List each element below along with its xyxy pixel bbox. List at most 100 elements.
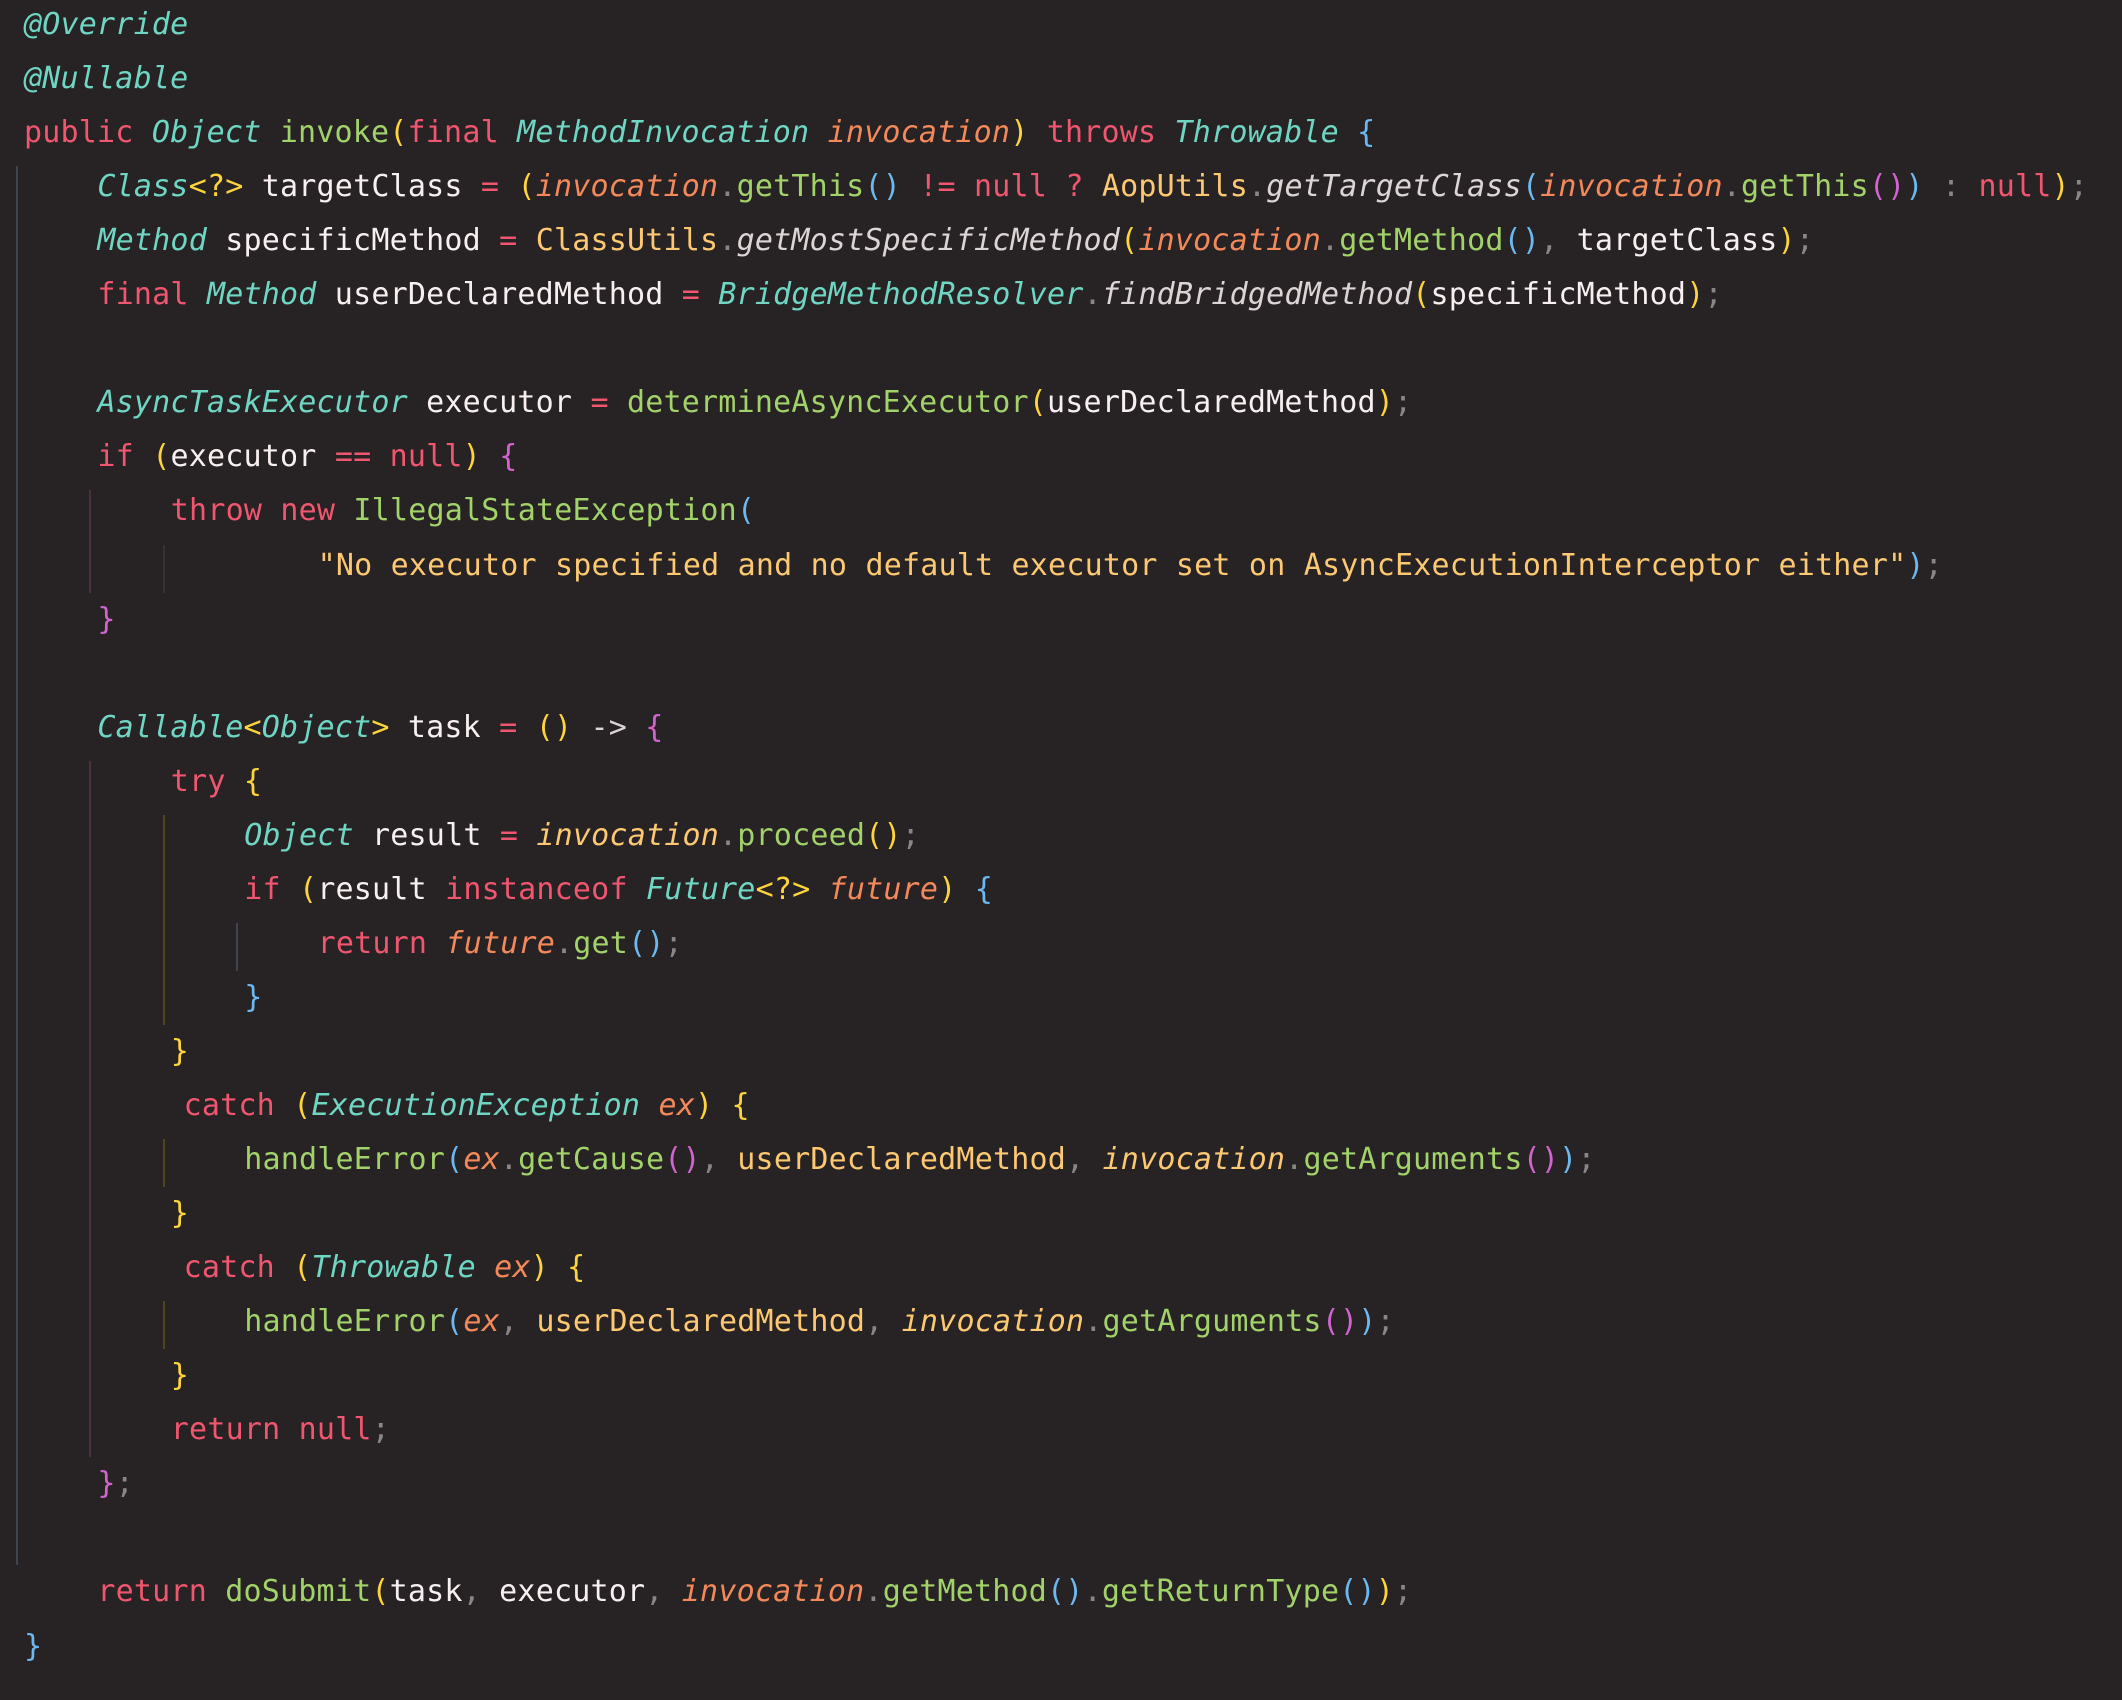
code-token-punct: . [499, 1142, 519, 1178]
code-line[interactable]: catch (Throwable ex) { [184, 1241, 586, 1295]
code-token-brace-yellow: ) [938, 871, 957, 907]
code-token-keyword: return null [170, 1412, 372, 1448]
code-line[interactable]: } [244, 971, 262, 1025]
code-line[interactable]: @Override [24, 0, 188, 52]
code-line[interactable]: return future.get(); [318, 917, 683, 971]
code-token-function: handleError [244, 1304, 446, 1340]
code-token-class-static: AopUtils [1101, 169, 1248, 205]
code-token-brace-yellow: ( [1412, 277, 1431, 313]
code-token-brace-yellow: ( [389, 115, 408, 151]
code-token-param: invocation [1540, 169, 1723, 205]
code-token-keyword: == null [334, 439, 463, 475]
code-line[interactable]: } [24, 1620, 42, 1674]
code-line[interactable]: }; [97, 1457, 134, 1511]
code-line[interactable]: AsyncTaskExecutor executor = determineAs… [97, 376, 1412, 430]
code-token-identifier: specificMethod [1430, 277, 1687, 313]
code-token-type: Class [97, 169, 189, 205]
code-line[interactable]: if (executor == null) { [97, 430, 517, 484]
code-token-identifier: targetClass [1576, 223, 1778, 259]
indent-guide [89, 490, 92, 593]
code-token-type: @Override [24, 7, 189, 42]
code-line[interactable]: Callable<Object> task = () -> { [97, 701, 663, 755]
code-token-static-method: getMostSpecificMethod [736, 223, 1121, 259]
code-token-brace-yellow: ) [1375, 1574, 1395, 1610]
code-line[interactable]: try { [171, 755, 262, 809]
code-token-punct: . [719, 817, 738, 853]
indent-guide [16, 166, 18, 1566]
code-token-identifier: targetClass [243, 169, 481, 205]
code-line[interactable]: Method specificMethod = ClassUtils.getMo… [97, 214, 1814, 268]
code-token-param: invocation [1138, 223, 1321, 259]
code-token-punct: , [700, 1142, 738, 1178]
code-token-keyword: public [24, 115, 152, 151]
code-token-brace-blue: ) [1905, 169, 1924, 205]
code-line[interactable]: throw new IllegalStateException( [171, 484, 755, 538]
code-token-keyword: try [170, 763, 244, 799]
code-token-punct: . [1722, 169, 1742, 205]
code-token-keyword: catch [183, 1088, 294, 1123]
code-token-brace-blue: ( [736, 493, 756, 529]
code-line[interactable]: Class<?> targetClass = (invocation.getTh… [97, 160, 2088, 214]
code-token-identifier: result [317, 871, 446, 907]
code-token-type: Object [244, 817, 354, 853]
code-line[interactable]: } [171, 1349, 189, 1403]
code-token-identifier [810, 872, 828, 907]
code-token-brace-yellow: ( [293, 1250, 312, 1286]
code-line[interactable]: return doSubmit(task, executor, invocati… [97, 1565, 1412, 1619]
code-token-identifier [956, 872, 974, 907]
code-token-type: MethodInvocation [517, 115, 810, 151]
code-token-keyword: = [499, 223, 536, 259]
code-line[interactable]: @Nullable [24, 52, 188, 106]
code-token-brace-yellow: () [535, 709, 573, 745]
code-line[interactable]: handleError(ex.getCause(), userDeclaredM… [244, 1133, 1595, 1187]
indent-guide [162, 814, 165, 1025]
code-line[interactable]: } [171, 1187, 189, 1241]
code-token-function: doSubmit [225, 1574, 372, 1610]
code-token-identifier [1339, 115, 1357, 150]
code-token-brace-magenta: } [97, 1466, 116, 1502]
code-token-keyword: = [480, 169, 518, 205]
code-token-function: getThis [736, 169, 865, 205]
code-token-brace-blue: { [974, 871, 993, 907]
code-line[interactable]: return null; [171, 1403, 390, 1457]
code-token-punct: ; [115, 1466, 134, 1502]
code-line[interactable]: } [171, 1025, 189, 1079]
code-line[interactable]: if (result instanceof Future<?> future) … [244, 863, 993, 917]
code-token-punct: . [1083, 277, 1102, 313]
code-line[interactable]: } [97, 593, 115, 647]
code-token-brace-magenta: } [97, 601, 116, 637]
code-line[interactable]: public Object invoke(final MethodInvocat… [24, 106, 1375, 160]
code-token-identifier [549, 1250, 567, 1285]
code-token-keyword: final [97, 277, 207, 313]
code-token-identifier [809, 115, 827, 150]
code-token-brace-yellow: <?> [188, 169, 244, 205]
code-token-keyword: null [1978, 169, 2052, 205]
code-token-brace-yellow: ( [293, 1088, 312, 1123]
code-token-param: invocation [827, 115, 1011, 151]
code-line[interactable]: Object result = invocation.proceed(); [244, 809, 920, 863]
code-line[interactable]: final Method userDeclaredMethod = Bridge… [97, 268, 1722, 322]
code-token-function: IllegalStateException [353, 493, 737, 529]
code-token-punct: ; [664, 925, 683, 961]
indent-guide [162, 1301, 165, 1350]
code-editor[interactable]: @Override @Nullable public Object invoke(f… [0, 0, 2122, 1700]
code-line[interactable]: handleError(ex, userDeclaredMethod, invo… [244, 1295, 1395, 1349]
code-token-keyword: = [499, 709, 536, 745]
code-line[interactable]: catch (ExecutionException ex) { [184, 1079, 750, 1133]
code-token-brace-yellow: { [243, 763, 263, 799]
code-token-punct: ; [901, 817, 920, 853]
code-token-class-static: userDeclaredMethod [737, 1142, 1067, 1178]
code-token-identifier: userDeclaredMethod [316, 277, 682, 313]
code-token-brace-magenta: () [664, 1142, 701, 1178]
code-token-brace-yellow: ) [695, 1088, 714, 1123]
code-token-local-italic: invocation [901, 1304, 1085, 1340]
code-token-punct: . [864, 1574, 883, 1610]
code-token-type: Throwable [1174, 115, 1339, 151]
code-line[interactable]: "No executor specified and no default ex… [318, 539, 1943, 593]
code-token-identifier [640, 1088, 658, 1123]
code-token-keyword: = [590, 385, 627, 421]
code-token-brace-yellow: ( [1120, 223, 1139, 259]
code-token-punct: . [718, 169, 737, 205]
code-token-brace-blue: ( [445, 1304, 464, 1340]
code-token-brace-yellow: ) [1375, 385, 1395, 421]
